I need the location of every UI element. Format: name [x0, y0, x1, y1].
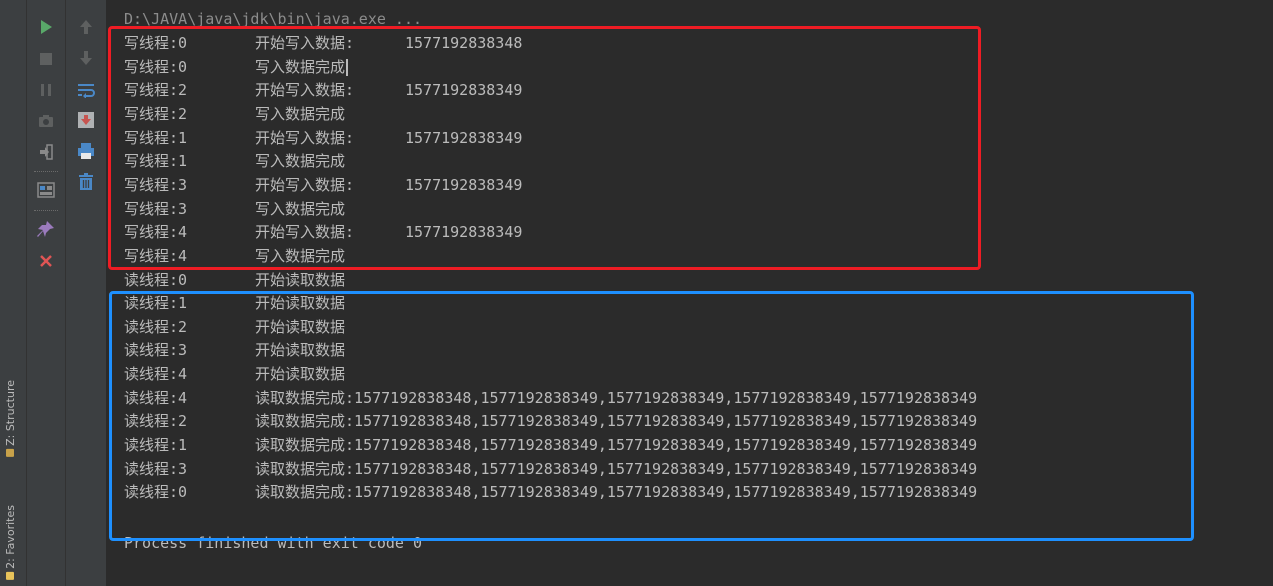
play-icon [41, 20, 52, 34]
next-occurrence-button[interactable] [75, 47, 97, 69]
clear-all-button[interactable] [75, 171, 97, 193]
structure-tab-label: Z: Structure [4, 380, 17, 446]
rerun-button[interactable] [35, 16, 57, 38]
favorites-tab[interactable]: 2: Favorites [4, 505, 17, 580]
stop-icon [40, 53, 52, 65]
tool-window-strip: Z: Structure 2: Favorites [0, 0, 27, 586]
stop-button[interactable] [35, 48, 57, 70]
pin-icon [37, 221, 54, 237]
pin-tab-button[interactable] [35, 218, 57, 240]
thread-name: 读线程:0 [124, 270, 188, 289]
arrow-down-icon [80, 51, 92, 65]
arrow-up-icon [80, 20, 92, 34]
exit-icon [40, 144, 53, 160]
write-threads-highlight [108, 26, 981, 270]
close-button[interactable] [35, 250, 57, 272]
pause-button[interactable] [35, 79, 57, 101]
scroll-to-end-icon [78, 112, 94, 128]
dump-threads-button[interactable] [35, 110, 57, 132]
close-icon [40, 255, 52, 267]
trash-icon [79, 173, 93, 190]
pause-icon [41, 84, 51, 96]
camera-icon [39, 115, 53, 127]
soft-wrap-icon [78, 84, 95, 98]
previous-occurrence-button[interactable] [75, 16, 97, 38]
favorites-icon [6, 571, 15, 580]
run-toolbar-secondary [66, 0, 107, 586]
print-icon [78, 143, 94, 159]
layout-icon [37, 182, 55, 198]
toolbar-separator [34, 210, 58, 211]
run-toolbar-primary [27, 0, 66, 586]
structure-tab[interactable]: Z: Structure [4, 380, 17, 457]
structure-icon [6, 448, 15, 457]
toolbar-separator [34, 171, 58, 172]
layout-button[interactable] [35, 179, 57, 201]
scroll-to-end-button[interactable] [75, 109, 97, 131]
print-button[interactable] [75, 140, 97, 162]
console-line: 读线程:0 开始读取数据 [124, 269, 345, 293]
thread-action: 开始读取数据 [255, 270, 346, 289]
exit-button[interactable] [35, 141, 57, 163]
favorites-tab-label: 2: Favorites [4, 505, 17, 569]
read-threads-highlight [109, 291, 1194, 541]
soft-wrap-button[interactable] [75, 79, 97, 101]
